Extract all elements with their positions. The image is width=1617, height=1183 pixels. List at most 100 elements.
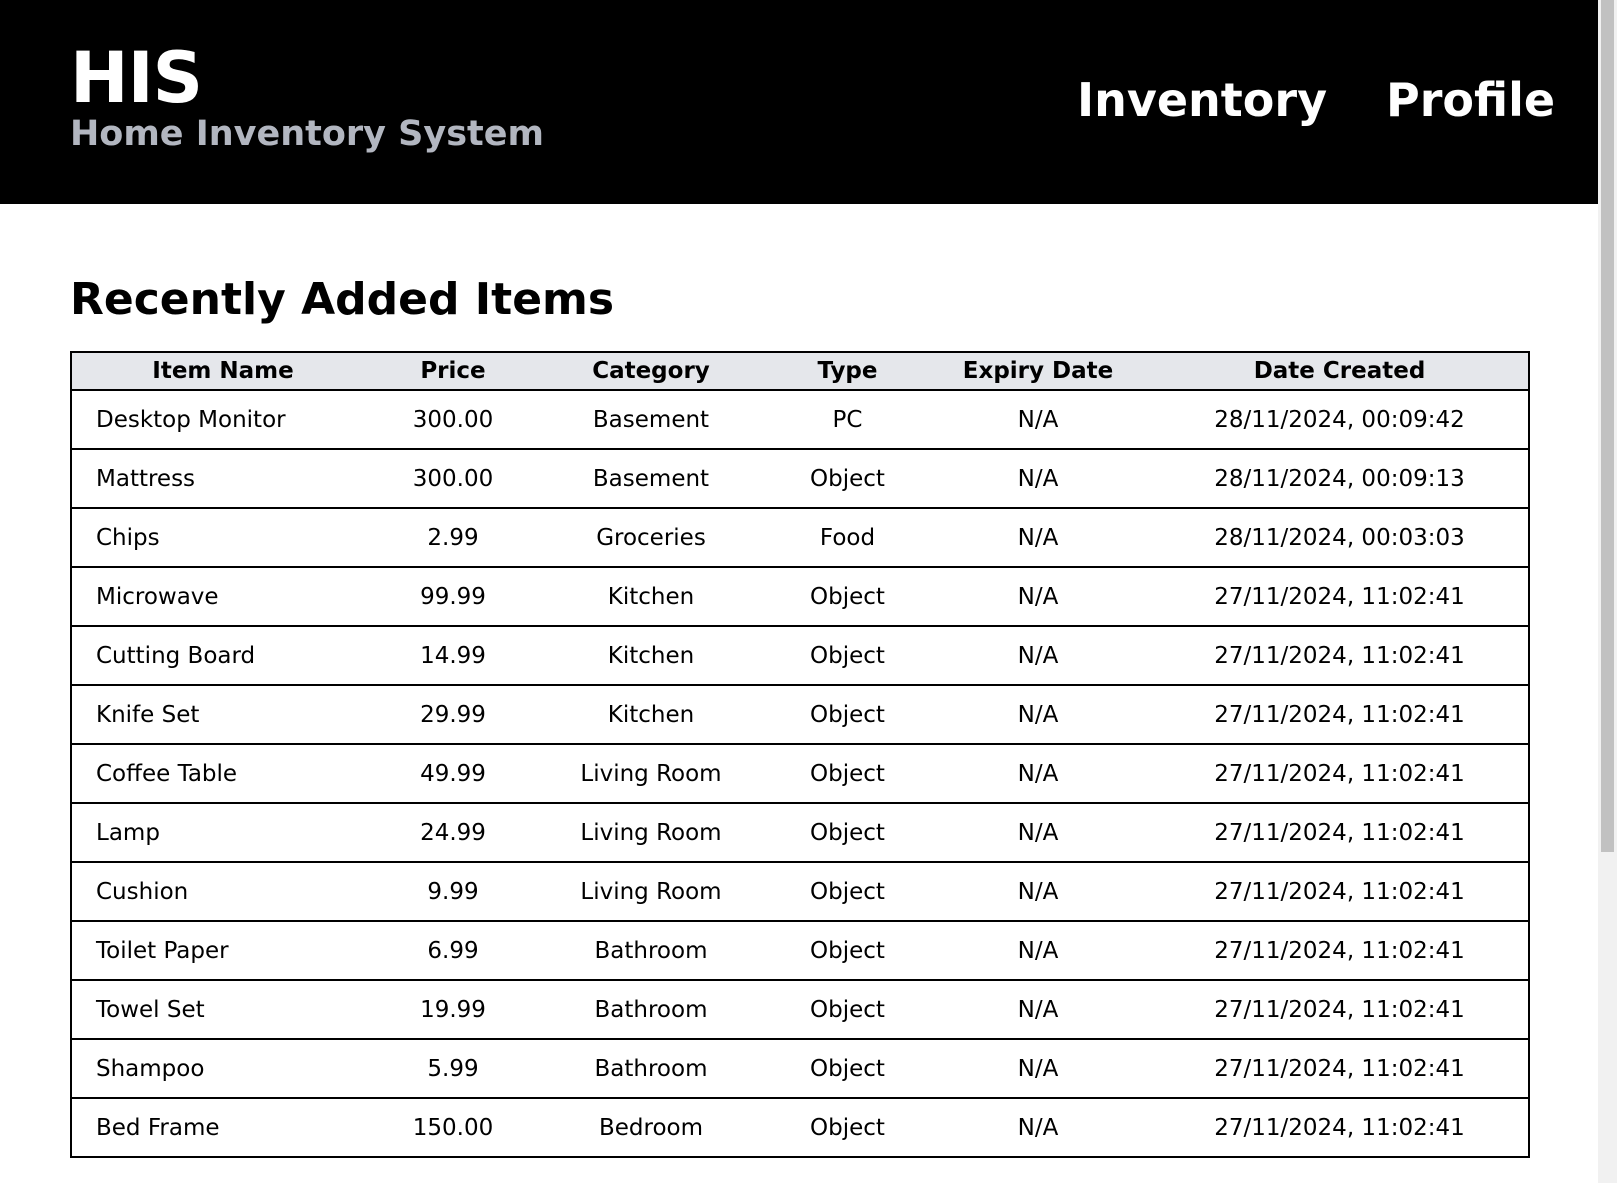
cell-category: Kitchen (532, 685, 770, 745)
nav-inventory-link[interactable]: Inventory (1077, 72, 1327, 128)
browser-viewport: HIS Home Inventory System Inventory Prof… (0, 0, 1617, 1183)
cell-category: Basement (532, 449, 770, 509)
cell-expiry-date: N/A (925, 390, 1151, 450)
cell-price: 24.99 (374, 803, 532, 863)
table-row[interactable]: Lamp 24.99 Living Room Object N/A 27/11/2024,… (70, 803, 1530, 863)
cell-type: Object (770, 685, 925, 745)
cell-expiry-date: N/A (925, 449, 1151, 509)
cell-date-created: 28/11/2024, 00:03:03 (1151, 508, 1530, 568)
table-body: Desktop Monitor 300.00 Basement PC N/A 28/11/… (70, 390, 1530, 1158)
cell-type: Object (770, 980, 925, 1040)
page: HIS Home Inventory System Inventory Prof… (0, 0, 1598, 1183)
cell-expiry-date: N/A (925, 567, 1151, 627)
column-header-price: Price (374, 351, 532, 391)
cell-price: 9.99 (374, 862, 532, 922)
cell-expiry-date: N/A (925, 980, 1151, 1040)
cell-item-name: Shampoo (70, 1039, 374, 1099)
cell-category: Living Room (532, 744, 770, 804)
column-header-type: Type (770, 351, 925, 391)
cell-item-name: Bed Frame (70, 1098, 374, 1158)
table-row[interactable]: Cushion 9.99 Living Room Object N/A 27/11/202… (70, 862, 1530, 922)
cell-date-created: 27/11/2024, 11:02:41 (1151, 921, 1530, 981)
cell-date-created: 27/11/2024, 11:02:41 (1151, 1039, 1530, 1099)
cell-expiry-date: N/A (925, 1098, 1151, 1158)
cell-date-created: 27/11/2024, 11:02:41 (1151, 980, 1530, 1040)
cell-price: 6.99 (374, 921, 532, 981)
cell-price: 5.99 (374, 1039, 532, 1099)
cell-type: Object (770, 862, 925, 922)
cell-expiry-date: N/A (925, 921, 1151, 981)
column-header-category: Category (532, 351, 770, 391)
cell-date-created: 27/11/2024, 11:02:41 (1151, 685, 1530, 745)
table-row[interactable]: Bed Frame 150.00 Bedroom Object N/A 27/11/202… (70, 1098, 1530, 1158)
cell-price: 300.00 (374, 449, 532, 509)
column-header-item-name: Item Name (70, 351, 374, 391)
cell-item-name: Desktop Monitor (70, 390, 374, 450)
cell-type: PC (770, 390, 925, 450)
site-header: HIS Home Inventory System Inventory Prof… (0, 0, 1598, 204)
cell-category: Bathroom (532, 921, 770, 981)
cell-type: Object (770, 626, 925, 686)
cell-date-created: 27/11/2024, 11:02:41 (1151, 626, 1530, 686)
cell-item-name: Chips (70, 508, 374, 568)
cell-item-name: Microwave (70, 567, 374, 627)
table-row[interactable]: Desktop Monitor 300.00 Basement PC N/A 28/11/… (70, 390, 1530, 450)
cell-item-name: Mattress (70, 449, 374, 509)
cell-price: 29.99 (374, 685, 532, 745)
cell-expiry-date: N/A (925, 508, 1151, 568)
column-header-date-created: Date Created (1151, 351, 1530, 391)
cell-expiry-date: N/A (925, 685, 1151, 745)
cell-price: 150.00 (374, 1098, 532, 1158)
cell-expiry-date: N/A (925, 803, 1151, 863)
cell-type: Object (770, 449, 925, 509)
table-row[interactable]: Microwave 99.99 Kitchen Object N/A 27/11/2024… (70, 567, 1530, 627)
table-row[interactable]: Chips 2.99 Groceries Food N/A 28/11/2024, 00:… (70, 508, 1530, 568)
cell-category: Basement (532, 390, 770, 450)
app-subtitle: Home Inventory System (70, 114, 544, 154)
cell-type: Object (770, 567, 925, 627)
cell-price: 49.99 (374, 744, 532, 804)
cell-date-created: 27/11/2024, 11:02:41 (1151, 567, 1530, 627)
table-row[interactable]: Coffee Table 49.99 Living Room Object N/A 27/… (70, 744, 1530, 804)
recent-items-table: Item Name Price Category Type Expiry Dat… (70, 351, 1530, 1158)
table-row[interactable]: Cutting Board 14.99 Kitchen Object N/A 27/11/… (70, 626, 1530, 686)
cell-type: Object (770, 803, 925, 863)
cell-type: Object (770, 1098, 925, 1158)
cell-type: Object (770, 921, 925, 981)
cell-date-created: 27/11/2024, 11:02:41 (1151, 803, 1530, 863)
cell-category: Kitchen (532, 626, 770, 686)
cell-price: 99.99 (374, 567, 532, 627)
cell-item-name: Coffee Table (70, 744, 374, 804)
cell-type: Object (770, 744, 925, 804)
cell-category: Bedroom (532, 1098, 770, 1158)
cell-category: Kitchen (532, 567, 770, 627)
table-row[interactable]: Shampoo 5.99 Bathroom Object N/A 27/11/2024, … (70, 1039, 1530, 1099)
cell-item-name: Towel Set (70, 980, 374, 1040)
cell-expiry-date: N/A (925, 1039, 1151, 1099)
cell-category: Groceries (532, 508, 770, 568)
nav-profile-link[interactable]: Profile (1386, 72, 1555, 128)
app-logo-title[interactable]: HIS (70, 38, 203, 118)
cell-date-created: 27/11/2024, 11:02:41 (1151, 1098, 1530, 1158)
table-row[interactable]: Towel Set 19.99 Bathroom Object N/A 27/11/202… (70, 980, 1530, 1040)
cell-item-name: Cushion (70, 862, 374, 922)
table-row[interactable]: Knife Set 29.99 Kitchen Object N/A 27/11/2024… (70, 685, 1530, 745)
cell-date-created: 28/11/2024, 00:09:42 (1151, 390, 1530, 450)
cell-expiry-date: N/A (925, 626, 1151, 686)
cell-category: Living Room (532, 803, 770, 863)
table-header-row: Item Name Price Category Type Expiry Dat… (70, 351, 1530, 391)
cell-category: Bathroom (532, 980, 770, 1040)
cell-price: 14.99 (374, 626, 532, 686)
table-header: Item Name Price Category Type Expiry Dat… (70, 351, 1530, 391)
cell-date-created: 27/11/2024, 11:02:41 (1151, 744, 1530, 804)
scrollbar-thumb[interactable] (1601, 0, 1614, 852)
table-row[interactable]: Mattress 300.00 Basement Object N/A 28/11/202… (70, 449, 1530, 509)
cell-item-name: Toilet Paper (70, 921, 374, 981)
cell-price: 300.00 (374, 390, 532, 450)
column-header-expiry-date: Expiry Date (925, 351, 1151, 391)
cell-date-created: 28/11/2024, 00:09:13 (1151, 449, 1530, 509)
cell-item-name: Lamp (70, 803, 374, 863)
cell-item-name: Cutting Board (70, 626, 374, 686)
table-row[interactable]: Toilet Paper 6.99 Bathroom Object N/A 27/11/2… (70, 921, 1530, 981)
cell-date-created: 27/11/2024, 11:02:41 (1151, 862, 1530, 922)
